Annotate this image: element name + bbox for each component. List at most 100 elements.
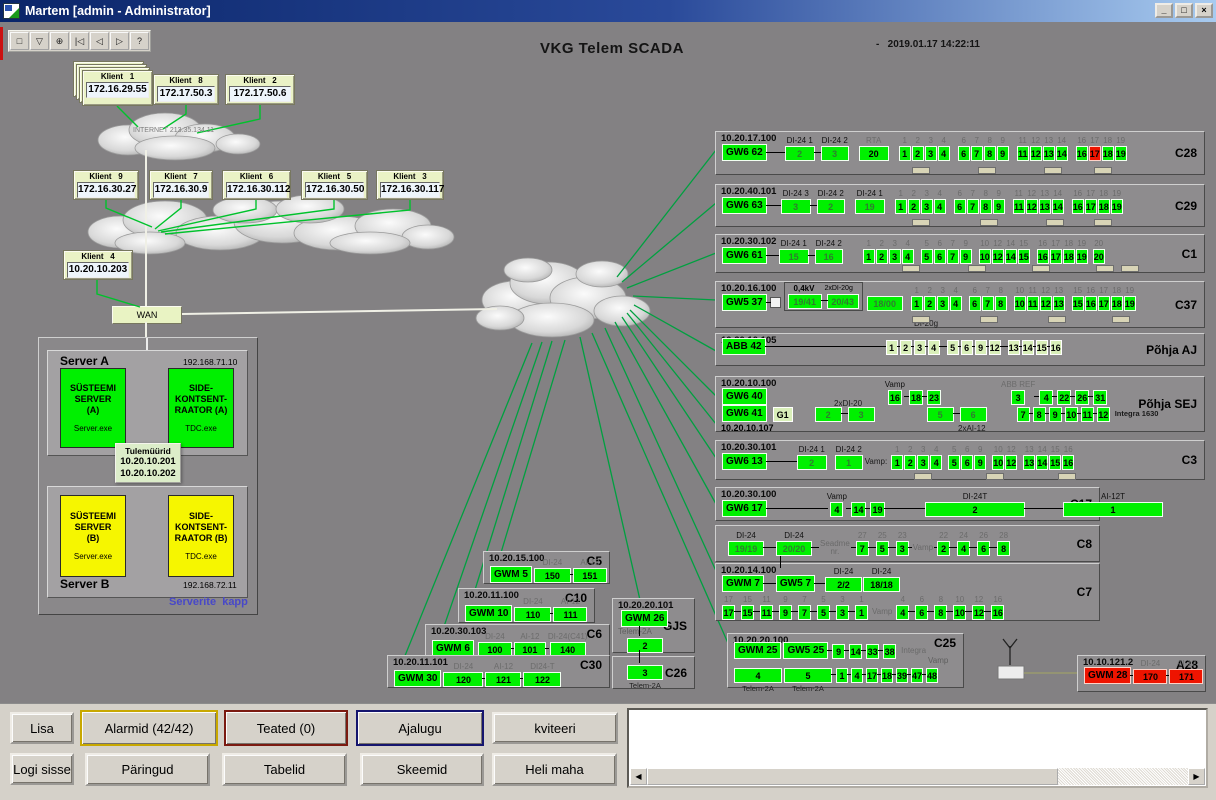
scroll-left-icon[interactable]: ◀ — [630, 768, 647, 785]
client-node: Klient 6172.16.30.112 — [222, 170, 291, 200]
module-exe: TDC.exe — [185, 423, 217, 434]
device-box: 19 — [1124, 296, 1136, 311]
device-sublabel: Telem-2A — [792, 684, 824, 693]
device-label: 22 — [939, 531, 948, 541]
client-ip: 172.16.30.27 — [77, 182, 135, 198]
panel-label: C8 — [1077, 537, 1092, 551]
device-label: 6 — [920, 595, 924, 605]
device-box: 12 — [972, 605, 985, 620]
device-box: 1 — [899, 146, 911, 161]
device-label: 4 — [941, 136, 945, 146]
cloud-central — [476, 258, 650, 337]
module-title: SÜSTEEMI SERVER (B) — [70, 511, 116, 544]
device-label: DI-24 2 — [816, 239, 842, 249]
device-label: DI-24 2 — [822, 136, 848, 146]
device-box: 3 — [937, 296, 949, 311]
martem-scada-window: { "window":{"title":"Martem [admin - Adm… — [0, 0, 1216, 799]
device-box: 12 — [1040, 296, 1052, 311]
device-box: 23 — [927, 390, 941, 405]
connector-bar — [1048, 316, 1066, 323]
device-box: 170 — [1133, 669, 1167, 684]
device-label: DI-24 2 — [836, 445, 862, 455]
device-label — [743, 443, 745, 453]
device-box: GWM 5 — [490, 566, 532, 583]
device-box: 47 — [911, 668, 923, 683]
connector-bar — [1094, 167, 1112, 174]
device-label: 9 — [1000, 136, 1004, 146]
device-box: 6 — [915, 605, 928, 620]
device-box: 8 — [934, 605, 947, 620]
device-box: 22 — [1057, 390, 1071, 405]
kviteeri-button[interactable]: kviteeri — [492, 712, 618, 744]
device-box: 1 — [886, 340, 898, 355]
scroll-right-icon[interactable]: ▶ — [1188, 768, 1205, 785]
device-box: 10 — [953, 605, 966, 620]
connector-bar — [1096, 265, 1114, 272]
p-ringud-button[interactable]: Päringud — [85, 753, 210, 786]
device-label: 9 — [963, 239, 967, 249]
device-label: AI-12 — [520, 632, 539, 642]
firewall-title: Tulemüürid — [117, 446, 179, 456]
panel-c3: 10.20.30.101C3 GW6 13DI-24 12DI-24 21Vam… — [715, 440, 1205, 480]
device-label: 9 — [996, 189, 1000, 199]
lisa-button[interactable]: Lisa — [10, 712, 74, 744]
device-box: GWM 30 — [394, 670, 441, 687]
device-label: 14 — [1053, 189, 1062, 199]
device-box: 12 — [989, 340, 1001, 355]
teated-0-button[interactable]: Teated (0) — [224, 710, 348, 746]
device-box: 11 — [1081, 407, 1094, 422]
device-box: 18/18 — [863, 577, 900, 592]
device-label: 10 — [994, 445, 1003, 455]
device-label: 8 — [998, 286, 1002, 296]
device-label: DI-24 — [872, 567, 892, 577]
device-label: 16 — [1073, 189, 1082, 199]
device-label: 11 — [1029, 286, 1037, 296]
device-label: 9 — [978, 445, 982, 455]
device-label: 23 — [898, 531, 907, 541]
alarmid-42-42-button[interactable]: Alarmid (42/42) — [80, 710, 218, 746]
logi-sisse-button[interactable]: Logi sisse — [10, 753, 74, 785]
device-box: 110 — [514, 607, 551, 622]
message-list[interactable]: ◀ ▶ — [627, 708, 1208, 788]
device-box: 2 — [912, 146, 924, 161]
device-box: 9 — [832, 644, 845, 659]
ajalugu-button[interactable]: Ajalugu — [356, 710, 484, 746]
device-box: 2 — [876, 249, 888, 264]
device-box: 9 — [974, 455, 986, 470]
panel-label: C1 — [1182, 247, 1197, 261]
device-label: 12 — [1041, 286, 1050, 296]
device-box: 14 — [1052, 199, 1064, 214]
device-label: 9 — [783, 595, 787, 605]
scrollbar-thumb[interactable] — [647, 768, 1058, 785]
device-label: 10 — [980, 239, 989, 249]
device-box: 16 — [1072, 199, 1084, 214]
device-box: 4 — [830, 502, 843, 517]
device-label: 7 — [985, 286, 989, 296]
tabelid-button[interactable]: Tabelid — [222, 753, 347, 786]
scrollbar-track[interactable] — [647, 768, 1188, 785]
device-label: 3 — [928, 136, 932, 146]
device-label — [933, 380, 935, 390]
device-label: Vamp — [885, 380, 905, 390]
device-box: 4 — [1039, 390, 1053, 405]
client-node: Klient 410.20.10.203 — [63, 250, 133, 280]
client-name: Klient 8 — [154, 76, 218, 85]
module-title: SÜSTEEMI SERVER (A) — [70, 383, 116, 416]
horizontal-scrollbar[interactable]: ◀ ▶ — [630, 768, 1205, 785]
device-box: 8 — [997, 541, 1010, 556]
heli-maha-button[interactable]: Heli maha — [492, 753, 617, 786]
panel-c25: 10.20.20.100C25GWM 25GW5 259143338Integr… — [727, 633, 964, 688]
device-label — [743, 284, 745, 294]
device-label — [743, 378, 745, 388]
device-box: 9 — [997, 146, 1009, 161]
server-a-ip: 192.168.71.10 — [183, 357, 237, 367]
skeemid-button[interactable]: Skeemid — [360, 753, 484, 786]
device-label: DI-24 2 — [818, 189, 844, 199]
device-label: 15 — [1051, 445, 1060, 455]
device-box: 3 — [917, 455, 929, 470]
device-box: GW5 7 — [776, 575, 815, 592]
device-box: GW6 62 — [722, 144, 767, 161]
server-b-label: Server B — [60, 577, 109, 591]
device-box: 9 — [975, 340, 987, 355]
device-box: 3 — [781, 199, 811, 214]
